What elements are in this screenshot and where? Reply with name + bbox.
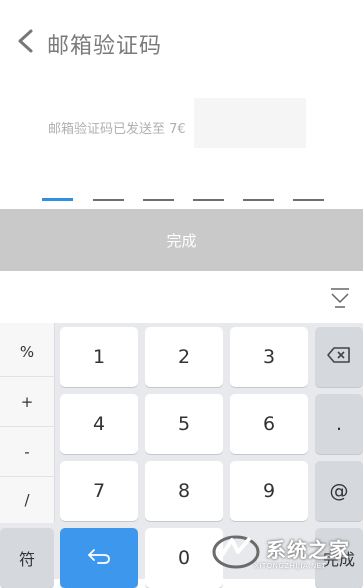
key-8[interactable]: 8 <box>145 461 223 521</box>
code-digit-slot[interactable] <box>193 199 224 201</box>
symbol-switch-label: 符 <box>18 550 35 569</box>
key-1[interactable]: 1 <box>60 327 138 387</box>
key-3[interactable]: 3 <box>230 327 308 387</box>
key-percent[interactable]: % <box>0 327 54 377</box>
key-at[interactable]: @ <box>315 461 363 521</box>
done-button[interactable]: 完成 <box>0 209 363 271</box>
keyboard-toolbar <box>0 271 363 323</box>
page-title: 邮箱验证码 <box>47 34 163 59</box>
code-digit-slot[interactable] <box>143 199 174 201</box>
symbol-switch-key[interactable]: 符 <box>0 528 54 588</box>
backspace-key[interactable] <box>315 327 363 387</box>
return-arrow-icon <box>86 546 112 571</box>
symbol-column: % + - / <box>0 323 55 523</box>
back-arrow-icon[interactable] <box>14 28 38 54</box>
key-minus[interactable]: - <box>0 427 54 477</box>
sent-message-prefix: 邮箱验证码已发送至 7€ <box>48 122 186 137</box>
collapse-keyboard-icon[interactable] <box>328 284 352 310</box>
email-mask <box>194 98 306 148</box>
key-6[interactable]: 6 <box>230 394 308 454</box>
backspace-icon <box>326 346 352 369</box>
key-7[interactable]: 7 <box>60 461 138 521</box>
key-5[interactable]: 5 <box>145 394 223 454</box>
enter-key-label: 完成 <box>322 550 355 569</box>
enter-key[interactable]: 完成 <box>315 528 363 588</box>
key-2[interactable]: 2 <box>145 327 223 387</box>
key-dot[interactable]: . <box>315 394 363 454</box>
verification-code-input[interactable] <box>42 198 332 205</box>
return-key[interactable] <box>60 528 138 588</box>
key-9[interactable]: 9 <box>230 461 308 521</box>
code-digit-slot[interactable] <box>93 199 124 201</box>
code-digit-slot[interactable] <box>293 199 324 201</box>
key-slash[interactable]: / <box>0 475 54 525</box>
header: 邮箱验证码 <box>0 0 363 80</box>
key-plus[interactable]: + <box>0 377 54 427</box>
key-4[interactable]: 4 <box>60 394 138 454</box>
key-0[interactable]: 0 <box>145 528 223 588</box>
code-digit-slot[interactable] <box>42 198 73 201</box>
code-digit-slot[interactable] <box>243 199 274 201</box>
